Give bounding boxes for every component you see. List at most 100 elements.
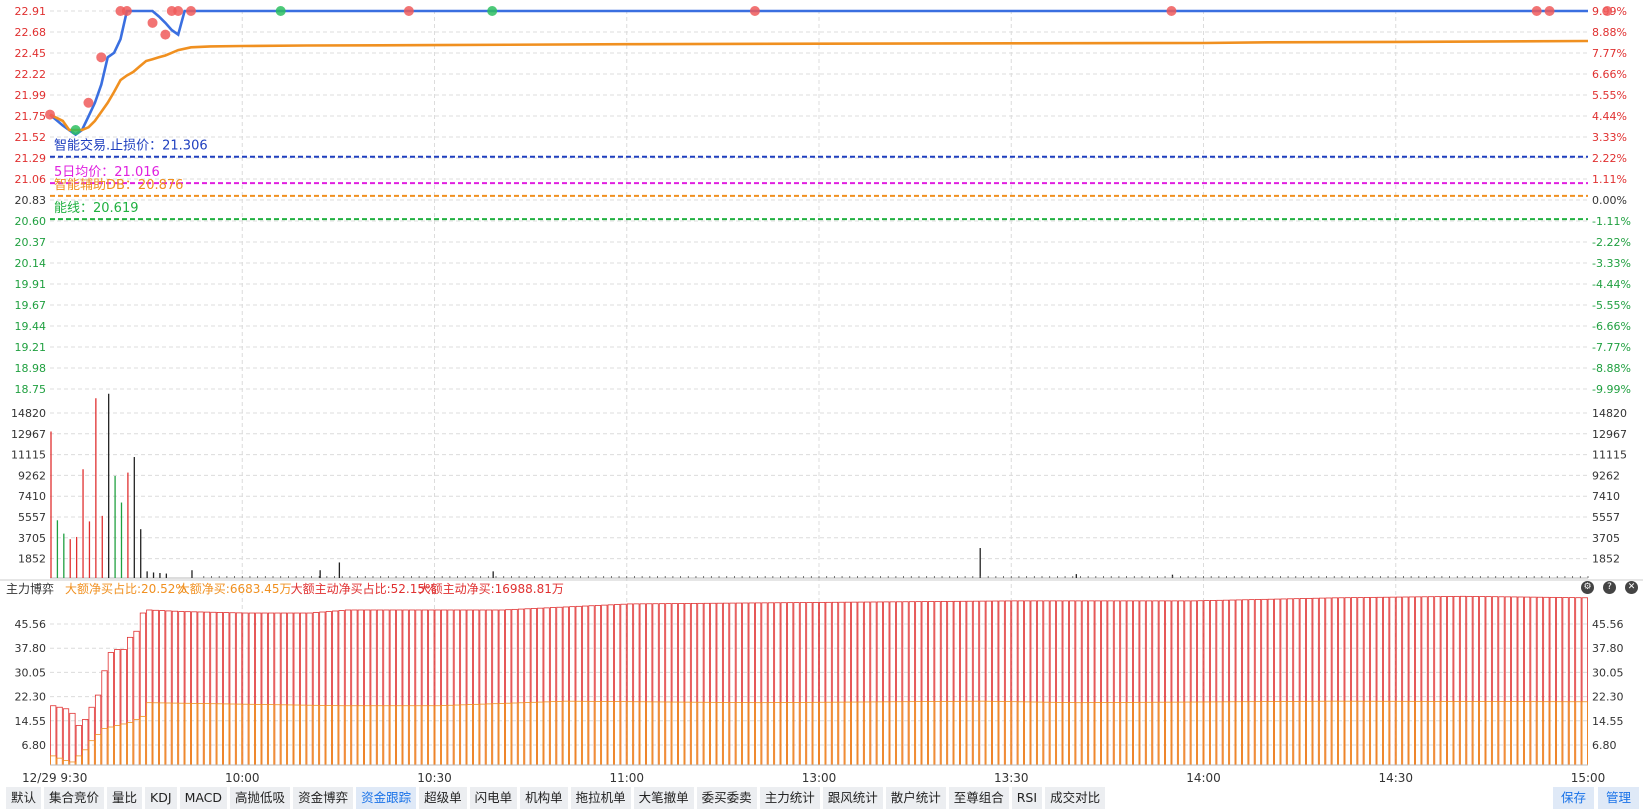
fund-flow-bar <box>485 609 493 766</box>
fund-flow-bar <box>831 601 839 766</box>
fund-flow-bar <box>594 701 602 766</box>
fund-flow-bar <box>1402 596 1409 766</box>
tab-9[interactable]: 闪电单 <box>469 787 518 809</box>
fund-flow-bar <box>569 700 576 766</box>
fund-flow-bar <box>844 701 851 766</box>
fund-flow-bar <box>1524 596 1531 766</box>
tab-1[interactable]: 集合竞价 <box>44 787 105 809</box>
fund-flow-bar <box>1210 600 1217 766</box>
fund-flow-bar <box>1306 597 1313 766</box>
help-icon[interactable]: ? <box>1603 581 1616 594</box>
save-button[interactable]: 保存 <box>1552 787 1594 809</box>
fund-flow-bar <box>960 700 967 766</box>
tab-2[interactable]: 量比 <box>107 787 143 809</box>
fund-flow-bar <box>1556 597 1563 766</box>
fund-flow-bar <box>171 702 179 766</box>
fund-flow-bar <box>344 705 352 766</box>
fund-flow-bar <box>665 701 672 766</box>
fund-flow-bar <box>216 612 223 766</box>
fund-flow-bar <box>357 705 364 766</box>
fund-flow-bar <box>1120 702 1127 766</box>
fund-flow-bar <box>447 609 454 766</box>
tab-12[interactable]: 大笔撤单 <box>633 787 694 809</box>
fund-flow-bar <box>56 706 63 766</box>
gear-icon[interactable]: ⚙ <box>1581 581 1594 594</box>
manage-button[interactable]: 管理 <box>1597 787 1639 809</box>
fund-flow-bar <box>1318 597 1326 766</box>
signal-marker <box>1531 6 1542 16</box>
fund-flow-bar <box>1190 600 1197 766</box>
fund-flow-bar <box>255 704 262 766</box>
fund-flow-bar <box>178 611 185 766</box>
fund-flow-bar <box>408 609 416 766</box>
price-left-tick: 18.75 <box>15 383 47 396</box>
tab-11[interactable]: 拖拉机单 <box>570 787 631 809</box>
fund-flow-bar <box>94 694 102 766</box>
volume-left-tick: 7410 <box>18 490 46 503</box>
tab-4[interactable]: MACD <box>179 787 228 809</box>
tab-8[interactable]: 超级单 <box>419 787 467 809</box>
fund-flow-bar <box>1575 597 1582 766</box>
fund-flow-bar <box>300 704 307 766</box>
fund-flow-bar <box>1197 600 1204 766</box>
fund-flow-bar <box>755 702 762 766</box>
signal-marker <box>160 29 171 40</box>
fund-flow-bar <box>267 704 275 766</box>
tab-18[interactable]: RSI <box>1011 787 1043 809</box>
fund-flow-bar <box>1274 701 1281 766</box>
fund-flow-bar <box>646 603 653 766</box>
fund-flow-bar <box>1056 600 1063 766</box>
tab-6[interactable]: 资金博弈 <box>293 787 354 809</box>
x-axis-label: 14:30 <box>1378 771 1413 785</box>
fund-flow-bar <box>319 705 326 766</box>
x-axis-label: 15:00 <box>1571 771 1606 785</box>
x-axis-label: 13:00 <box>802 771 837 785</box>
fund-flow-bar <box>614 701 621 766</box>
tab-15[interactable]: 跟风统计 <box>822 787 883 809</box>
fund-flow-bar <box>107 652 114 766</box>
volume-left-tick: 9262 <box>18 469 46 482</box>
fund-flow-bar <box>902 601 909 766</box>
tab-16[interactable]: 散户统计 <box>885 787 946 809</box>
fund-flow-bar <box>601 604 608 766</box>
tab-17[interactable]: 至尊组合 <box>948 787 1009 809</box>
price-right-tick: 2.22% <box>1592 152 1627 165</box>
fund-flow-bar <box>1145 701 1153 766</box>
fund-flow-bar <box>1158 701 1165 766</box>
tab-3[interactable]: KDJ <box>145 787 177 809</box>
tab-5[interactable]: 高抛低吸 <box>230 787 291 809</box>
fund-flow-bar <box>1267 701 1274 766</box>
fund-flow-bar <box>306 612 313 766</box>
fund-flow-bar <box>332 610 339 766</box>
tab-0[interactable]: 默认 <box>6 787 42 809</box>
fund-flow-bar <box>742 702 749 766</box>
price-left-tick: 21.99 <box>15 89 47 102</box>
fund-flow-bar <box>242 703 249 766</box>
fund-flow-bar <box>146 609 153 766</box>
fund-flow-bar <box>1543 701 1550 766</box>
fund-flow-bar <box>191 703 198 766</box>
fund-flow-bar <box>972 700 980 766</box>
fund-flow-bar <box>799 602 807 766</box>
close-icon[interactable]: ✕ <box>1625 581 1638 594</box>
fund-flow-bar <box>473 609 480 766</box>
fund-flow-bar <box>524 608 531 766</box>
fund-flow-bar <box>498 609 505 766</box>
fund-flow-bar <box>1210 701 1217 766</box>
fund-flow-bar <box>1177 701 1185 766</box>
fund-flow-bar <box>1485 596 1492 766</box>
indicator-tab-bar: 默认 集合竞价 量比 KDJ MACD 高抛低吸 资金博弈 资金跟踪 超级单 闪电单 机构单 拖拉机单… <box>6 787 1106 809</box>
fund-flow-bar <box>408 705 416 766</box>
tab-10[interactable]: 机构单 <box>520 787 568 809</box>
fund-flow-bar <box>1088 702 1095 766</box>
volume-left-tick: 14820 <box>11 407 46 420</box>
tab-19[interactable]: 成交对比 <box>1045 787 1106 809</box>
tab-13[interactable]: 委买委卖 <box>696 787 757 809</box>
tab-14[interactable]: 主力统计 <box>759 787 820 809</box>
fund-flow-bar <box>88 706 95 766</box>
tab-7[interactable]: 资金跟踪 <box>356 787 417 809</box>
signal-marker <box>96 52 107 63</box>
fund-flow-bar <box>710 701 717 766</box>
fund-flow-bar <box>575 700 582 766</box>
fund-flow-bar <box>505 609 512 766</box>
